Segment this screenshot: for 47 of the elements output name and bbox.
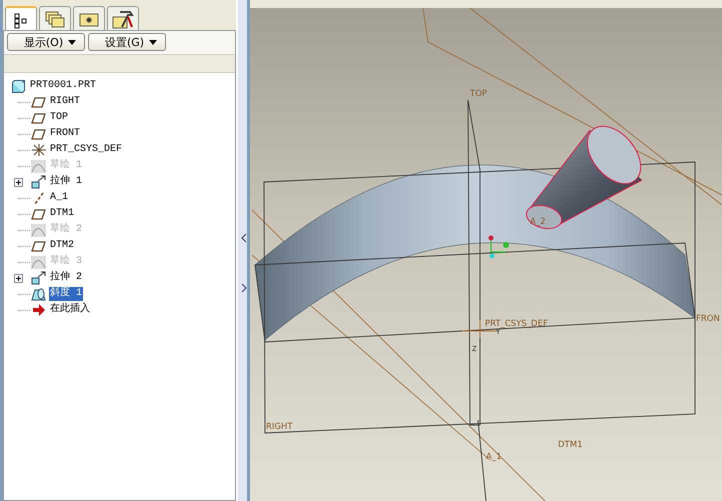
datum-plane-icon (31, 128, 46, 140)
csys-label: PRT_CSYS_DEF (485, 319, 548, 329)
draft-icon (31, 287, 46, 301)
axis-label: A_2 (530, 217, 546, 227)
arrow-icon (32, 304, 45, 316)
caret-icon (68, 40, 76, 44)
plane-label: TOP (470, 89, 488, 99)
tree-item[interactable]: FRONT (49, 127, 82, 141)
tree-item[interactable]: A_1 (49, 191, 70, 205)
part-icon (12, 80, 25, 92)
expand-icon[interactable] (14, 274, 23, 282)
panel-tab[interactable] (107, 6, 139, 31)
coordinate-triad-icon (488, 236, 509, 258)
tree-item[interactable]: 斜度 1 (49, 287, 84, 301)
datum-plane-icon (31, 112, 46, 124)
tree-item[interactable]: TOP (49, 111, 70, 125)
datum-plane-icon (31, 208, 46, 220)
plane-label: RIGHT (266, 422, 293, 432)
tree-item[interactable]: RIGHT (49, 95, 82, 109)
axis-icon (32, 192, 44, 204)
extrude-icon (30, 175, 46, 189)
tree-item[interactable]: 拉伸 1 (49, 175, 84, 189)
panel-tab[interactable] (73, 6, 105, 31)
collapse-left-icon[interactable] (241, 234, 247, 242)
tree-item[interactable]: DTM2 (49, 239, 76, 253)
sketch-icon (31, 160, 46, 172)
menu-button[interactable]: 显示(O) (7, 33, 85, 51)
sketch-icon (31, 224, 46, 236)
sketch-icon (31, 256, 46, 268)
expand-icon[interactable] (14, 178, 23, 186)
folders-icon (45, 10, 65, 28)
tree-item[interactable]: 拉伸 2 (49, 271, 84, 285)
folder-hammer-icon (112, 9, 134, 29)
tree-item[interactable]: 在此插入 (49, 303, 91, 317)
extrude-icon (30, 271, 46, 285)
tree-icon (14, 12, 28, 28)
coordinate-system-icon (30, 143, 46, 157)
expand-right-icon[interactable] (241, 284, 247, 292)
plane-label: DTM1 (558, 440, 582, 450)
menu-button[interactable]: 设置(G) (88, 33, 166, 51)
datum-plane-icon (31, 240, 46, 252)
tree-item[interactable]: PRT0001.PRT (29, 79, 98, 93)
tree-item[interactable]: DTM1 (49, 207, 76, 221)
tree-item[interactable]: PRT_CSYS_DEF (49, 143, 124, 157)
datum-plane-icon (31, 96, 46, 108)
plane-label: FRON (696, 314, 720, 324)
caret-icon (149, 40, 158, 44)
